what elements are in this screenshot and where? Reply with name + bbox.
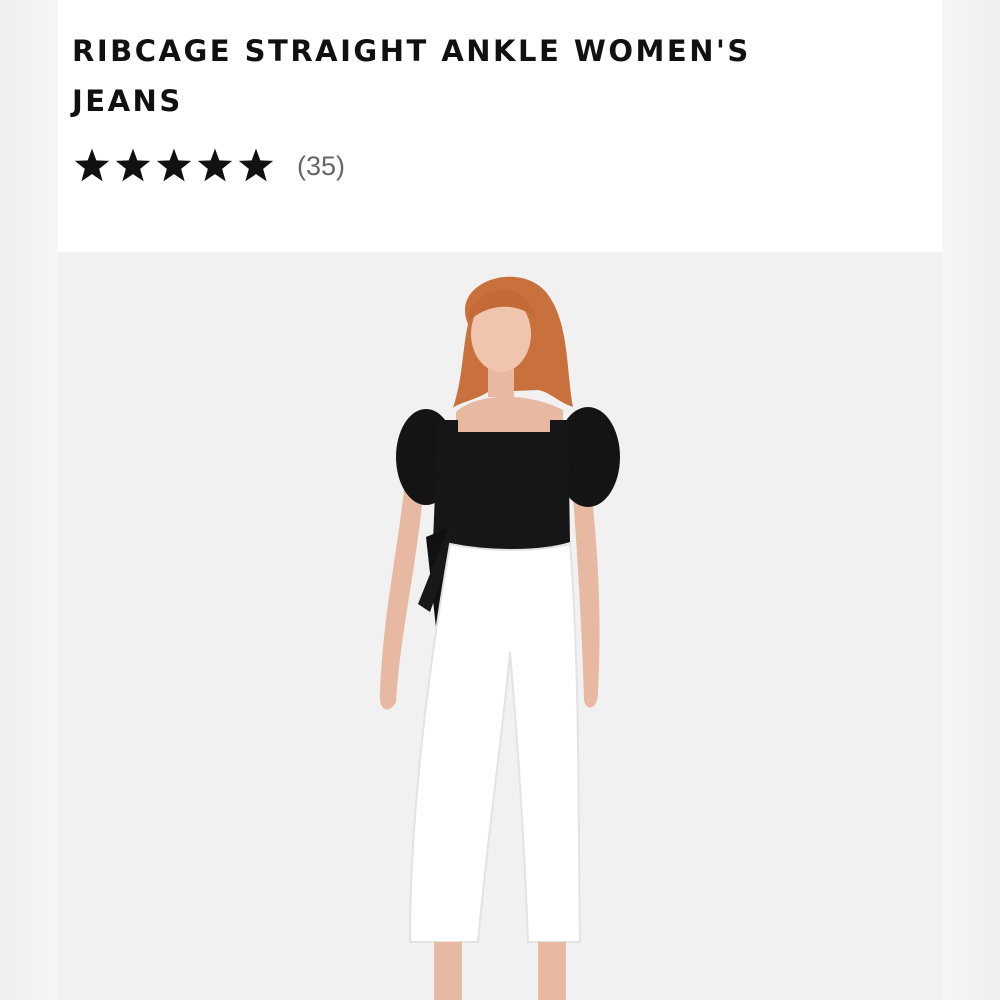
- star-rating: [72, 146, 277, 186]
- star-icon: [156, 148, 192, 182]
- product-title: RIBCAGE STRAIGHT ANKLE WOMEN'S JEANS: [72, 34, 751, 118]
- product-rating[interactable]: (35): [72, 142, 345, 190]
- star-icon: [115, 148, 151, 182]
- star-icon: [238, 148, 274, 182]
- review-count[interactable]: (35): [297, 151, 345, 182]
- product-image[interactable]: [58, 252, 942, 1000]
- star-icon: [197, 148, 233, 182]
- star-icon: [74, 148, 110, 182]
- model-photo: [58, 252, 942, 1000]
- product-page: RIBCAGE STRAIGHT ANKLE WOMEN'S JEANS (35…: [0, 0, 1000, 1000]
